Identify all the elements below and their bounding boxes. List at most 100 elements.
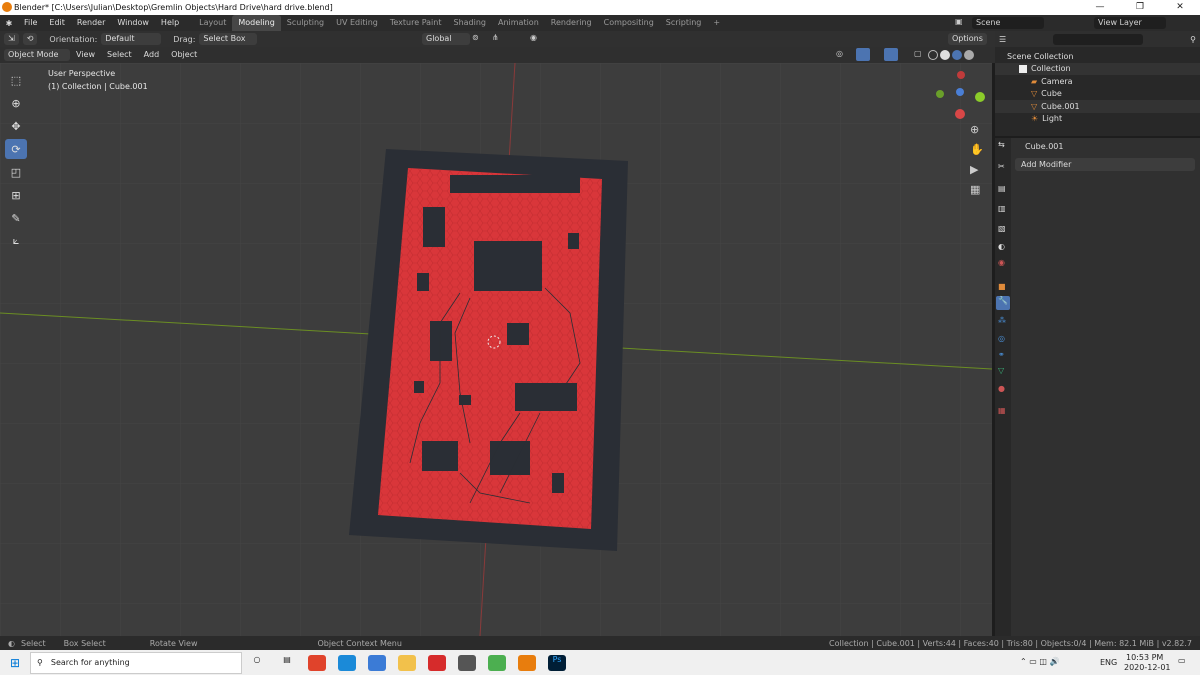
brave-browser-icon[interactable] [308, 654, 326, 671]
world-tab-icon[interactable]: ◉ [998, 258, 1005, 267]
widgets-icon[interactable]: ▤ [278, 655, 296, 671]
tab-sculpting[interactable]: Sculpting [281, 15, 330, 31]
texture-tab-icon[interactable]: ▦ [998, 406, 1006, 415]
checkbox-icon[interactable] [1019, 64, 1027, 73]
bsa-app-icon[interactable] [428, 654, 446, 671]
xray-icon[interactable]: ▢ [914, 49, 922, 58]
menu-view[interactable]: View [70, 47, 101, 63]
tab-scripting[interactable]: Scripting [660, 15, 708, 31]
snap-icon[interactable]: ⋔ [492, 33, 499, 42]
scene-field[interactable]: Scene [972, 17, 1044, 29]
filter-icon[interactable]: ⚲ [1190, 35, 1196, 44]
tab-rendering[interactable]: Rendering [545, 15, 598, 31]
select-box-tool-icon[interactable]: ⬚ [5, 70, 27, 90]
photoshop-icon[interactable]: Ps [548, 654, 566, 671]
outliner-root[interactable]: Scene Collection [995, 50, 1200, 63]
tab-animation[interactable]: Animation [492, 15, 545, 31]
overlay-toggle-icon[interactable] [884, 48, 898, 61]
menu-object[interactable]: Object [165, 47, 203, 63]
pivot-icon[interactable]: ⊚ [472, 33, 479, 42]
tab-layout[interactable]: Layout [193, 15, 232, 31]
tab-texture-paint[interactable]: Texture Paint [384, 15, 448, 31]
rendered-shading-icon[interactable] [964, 50, 974, 60]
output-tab-icon[interactable]: ▥ [998, 204, 1006, 213]
edge-browser-icon[interactable] [338, 654, 356, 671]
clock-date[interactable]: 2020-12-01 [1124, 663, 1171, 672]
wireframe-shading-icon[interactable] [928, 50, 938, 60]
pan-hand-icon[interactable]: ✋ [970, 143, 984, 156]
outliner-item-light[interactable]: ☀ Light [995, 113, 1200, 126]
visibility-icon[interactable]: ◎ [836, 49, 843, 58]
view-layer-field[interactable]: View Layer [1094, 17, 1166, 29]
modifier-tab-icon[interactable]: 🔧 [996, 296, 1010, 310]
outliner-search-input[interactable] [1053, 33, 1144, 45]
move-tool-icon[interactable]: ✥ [5, 116, 27, 136]
minimize-button[interactable]: — [1080, 0, 1120, 15]
transform-tool-icon[interactable]: ⊞ [5, 185, 27, 205]
tool-icon[interactable]: ⇲ [4, 33, 19, 45]
store-icon[interactable] [458, 654, 476, 671]
physics-tab-icon[interactable]: ◎ [998, 334, 1005, 343]
proportional-edit-icon[interactable]: ◉ [530, 33, 537, 42]
orientation-dropdown[interactable]: Default [101, 33, 162, 45]
maximize-button[interactable]: ❐ [1120, 0, 1160, 15]
cursor-tool-icon[interactable]: ⊕ [5, 93, 27, 113]
blender-taskbar-icon[interactable] [518, 654, 536, 671]
outliner-item-collection[interactable]: Collection [995, 62, 1200, 75]
tab-compositing[interactable]: Compositing [598, 15, 660, 31]
rotate-tool-icon[interactable]: ⟳ [5, 139, 27, 159]
tray-icons[interactable]: ⌃ ▭ ◫ 🔊 [1020, 657, 1059, 666]
tab-modeling[interactable]: Modeling [232, 15, 281, 31]
tab-shading[interactable]: Shading [447, 15, 492, 31]
task-view-icon[interactable]: ○ [248, 655, 266, 671]
object-name-field[interactable]: Cube.001 [1025, 142, 1063, 151]
measure-tool-icon[interactable]: ⟀ [5, 231, 27, 251]
menu-file[interactable]: File [18, 15, 43, 31]
menu-window[interactable]: Window [111, 15, 155, 31]
material-shading-icon[interactable] [952, 50, 962, 60]
outliner-item-camera[interactable]: ▰ Camera [995, 75, 1200, 88]
language-indicator[interactable]: ENG [1100, 658, 1117, 667]
menu-select[interactable]: Select [101, 47, 138, 63]
solid-shading-icon[interactable] [940, 50, 950, 60]
outliner-display-icon[interactable]: ☰ [999, 35, 1006, 44]
tab-uv-editing[interactable]: UV Editing [330, 15, 384, 31]
transform-icon[interactable]: ⟲ [22, 33, 38, 45]
clock-time[interactable]: 10:53 PM [1126, 653, 1163, 662]
particles-tab-icon[interactable]: ⁂ [998, 316, 1006, 325]
close-button[interactable]: ✕ [1160, 0, 1200, 15]
blender-menu-icon[interactable]: ✱ [0, 19, 18, 28]
material-tab-icon[interactable]: ● [998, 384, 1005, 393]
camera-view-icon[interactable]: ▶ [970, 163, 978, 176]
taskbar-search[interactable]: ⚲ Search for anything [30, 651, 242, 674]
mode-dropdown[interactable]: Object Mode [4, 49, 70, 61]
menu-render[interactable]: Render [71, 15, 111, 31]
menu-help[interactable]: Help [155, 15, 185, 31]
add-modifier-dropdown[interactable]: Add Modifier [1015, 158, 1195, 171]
mail-icon[interactable] [368, 654, 386, 671]
object-tab-icon[interactable]: ■ [998, 282, 1006, 291]
start-button[interactable]: ⊞ [0, 656, 30, 670]
annotate-tool-icon[interactable]: ✎ [5, 208, 27, 228]
properties-editor-icon[interactable]: ⇆ [998, 140, 1005, 149]
view-layer-tab-icon[interactable]: ▧ [998, 224, 1006, 233]
scene-tab-icon[interactable]: ◐ [998, 242, 1005, 251]
notifications-icon[interactable]: ▭ [1178, 656, 1186, 665]
scale-tool-icon[interactable]: ◰ [5, 162, 27, 182]
transform-orientation-dropdown[interactable]: Global [422, 33, 470, 45]
constraints-tab-icon[interactable]: ⚭ [998, 350, 1005, 359]
3d-viewport[interactable]: User Perspective (1) Collection | Cube.0… [0, 63, 992, 636]
menu-edit[interactable]: Edit [43, 15, 71, 31]
options-dropdown[interactable]: Options [948, 33, 987, 45]
outliner-item-cube-001[interactable]: ▽ Cube.001 [995, 100, 1200, 113]
render-tab-icon[interactable]: ▤ [998, 184, 1006, 193]
zoom-icon[interactable]: ⊕ [970, 123, 979, 136]
ortho-toggle-icon[interactable]: ▦ [970, 183, 980, 196]
gizmo-toggle-icon[interactable] [856, 48, 870, 61]
menu-add[interactable]: Add [138, 47, 166, 63]
drag-dropdown[interactable]: Select Box [199, 33, 258, 45]
tool-tab-icon[interactable]: ✂ [998, 162, 1005, 171]
outliner-item-cube[interactable]: ▽ Cube [995, 88, 1200, 101]
chrome-browser-icon[interactable] [488, 654, 506, 671]
file-explorer-icon[interactable] [398, 654, 416, 671]
